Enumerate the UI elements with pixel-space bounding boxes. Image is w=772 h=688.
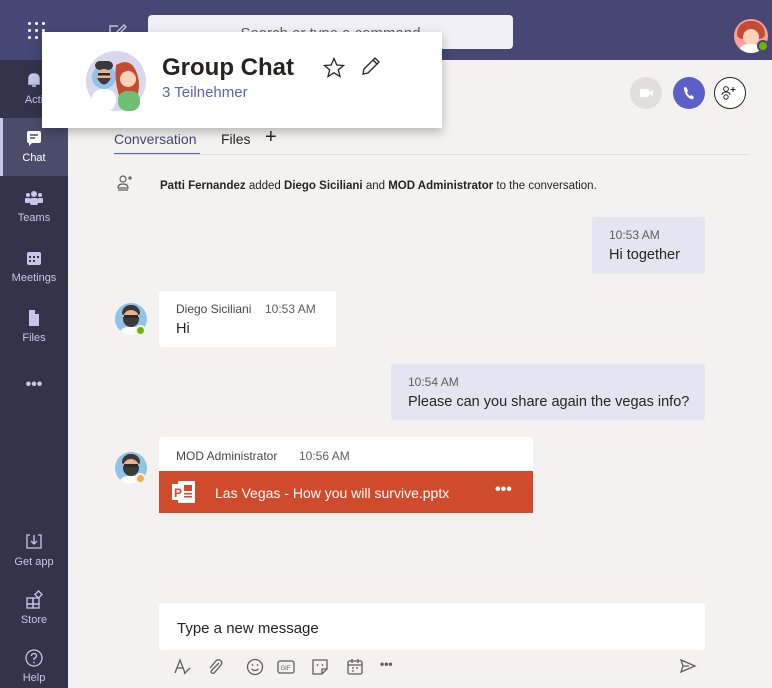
system-message: Patti Fernandez added Diego Siciliani an… — [160, 180, 597, 192]
sticker-icon[interactable] — [310, 657, 330, 677]
rail-label-chat: Chat — [22, 152, 46, 164]
attach-icon[interactable] — [205, 657, 225, 677]
rail-label-get-app: Get app — [14, 556, 54, 568]
message-bubble-incoming[interactable]: Diego Siciliani 10:53 AM Hi — [159, 291, 336, 347]
bell-icon — [28, 73, 40, 87]
download-icon — [26, 534, 42, 549]
gif-icon[interactable]: GIF — [276, 657, 296, 677]
message-time: 10:56 AM — [299, 449, 350, 463]
app-rail: Acti Chat Teams Meetings Files ••• Get a… — [0, 60, 68, 688]
compose-placeholder: Type a new message — [177, 620, 319, 637]
rail-item-more[interactable]: ••• — [0, 358, 68, 416]
presence-available-icon — [757, 40, 769, 52]
rail-item-teams[interactable]: Teams — [0, 178, 68, 236]
send-icon[interactable] — [679, 657, 697, 675]
system-conj: and — [362, 180, 389, 192]
message-compose-box[interactable]: Type a new message — [159, 603, 705, 650]
message-text: Hi — [176, 321, 190, 337]
video-call-button[interactable] — [630, 77, 662, 109]
add-people-button[interactable] — [714, 77, 746, 109]
system-actor: Patti Fernandez — [160, 180, 246, 192]
message-time: 10:53 AM — [265, 302, 316, 316]
rail-item-meetings[interactable]: Meetings — [0, 238, 68, 296]
message-sender: Diego Siciliani — [176, 302, 252, 316]
participant-count[interactable]: 3 Teilnehmer — [162, 84, 248, 101]
file-attachment[interactable]: P Las Vegas - How you will survive.pptx … — [159, 471, 533, 513]
message-sender: MOD Administrator — [176, 449, 278, 463]
file-icon — [29, 310, 39, 326]
system-tail: to the conversation. — [493, 180, 597, 192]
system-user-1: Diego Siciliani — [284, 180, 363, 192]
message-text: Please can you share again the vegas inf… — [408, 394, 690, 410]
rail-item-help[interactable]: Help — [0, 638, 68, 688]
chat-icon — [27, 131, 41, 146]
rail-item-files[interactable]: Files — [0, 298, 68, 356]
tab-conversation[interactable]: Conversation — [114, 131, 197, 147]
svg-text:GIF: GIF — [281, 666, 291, 672]
audio-call-button[interactable] — [673, 77, 705, 109]
rail-item-store[interactable]: Store — [0, 580, 68, 638]
page-title: Group Chat — [162, 54, 294, 81]
rail-label-files: Files — [22, 332, 46, 344]
message-bubble-outgoing[interactable]: 10:53 AM Hi together — [592, 217, 705, 274]
emoji-icon[interactable] — [245, 657, 265, 677]
chat-header-card: Group Chat 3 Teilnehmer — [42, 32, 442, 128]
add-person-icon — [117, 175, 132, 191]
help-icon — [25, 649, 43, 667]
teams-icon — [25, 191, 43, 205]
more-options-button[interactable]: ••• — [380, 657, 393, 671]
system-user-2: MOD Administrator — [388, 180, 494, 192]
message-bubble-outgoing[interactable]: 10:54 AM Please can you share again the … — [391, 364, 705, 420]
system-verb: added — [245, 180, 285, 192]
powerpoint-icon: P — [172, 481, 195, 503]
favorite-star-icon[interactable] — [322, 56, 346, 80]
presence-available-icon — [135, 325, 146, 336]
message-text: Hi together — [609, 247, 680, 263]
rail-label-meetings: Meetings — [11, 272, 57, 284]
header-divider — [114, 154, 750, 155]
rail-label-store: Store — [20, 614, 48, 626]
rail-label-teams: Teams — [17, 212, 51, 224]
schedule-meeting-icon[interactable] — [345, 657, 365, 677]
file-name: Las Vegas - How you will survive.pptx — [215, 485, 450, 501]
add-people-icon — [721, 86, 736, 100]
more-apps-icon: ••• — [25, 376, 43, 393]
calendar-icon — [27, 252, 41, 265]
video-camera-icon — [640, 89, 653, 97]
message-time: 10:53 AM — [609, 228, 660, 242]
store-icon — [26, 590, 43, 609]
message-time: 10:54 AM — [408, 375, 459, 389]
tab-files[interactable]: Files — [221, 131, 251, 147]
group-avatar[interactable] — [86, 51, 146, 111]
rail-label-help: Help — [22, 672, 46, 684]
file-more-options-button[interactable]: ••• — [495, 481, 512, 499]
phone-icon — [684, 87, 694, 100]
presence-away-icon — [135, 473, 146, 484]
rail-label-activity: Acti — [24, 94, 44, 106]
svg-text:P: P — [174, 486, 182, 500]
format-icon[interactable] — [172, 657, 192, 677]
rail-item-get-app[interactable]: Get app — [0, 522, 68, 580]
add-tab-button[interactable]: + — [265, 126, 277, 149]
edit-name-icon[interactable] — [359, 56, 381, 78]
